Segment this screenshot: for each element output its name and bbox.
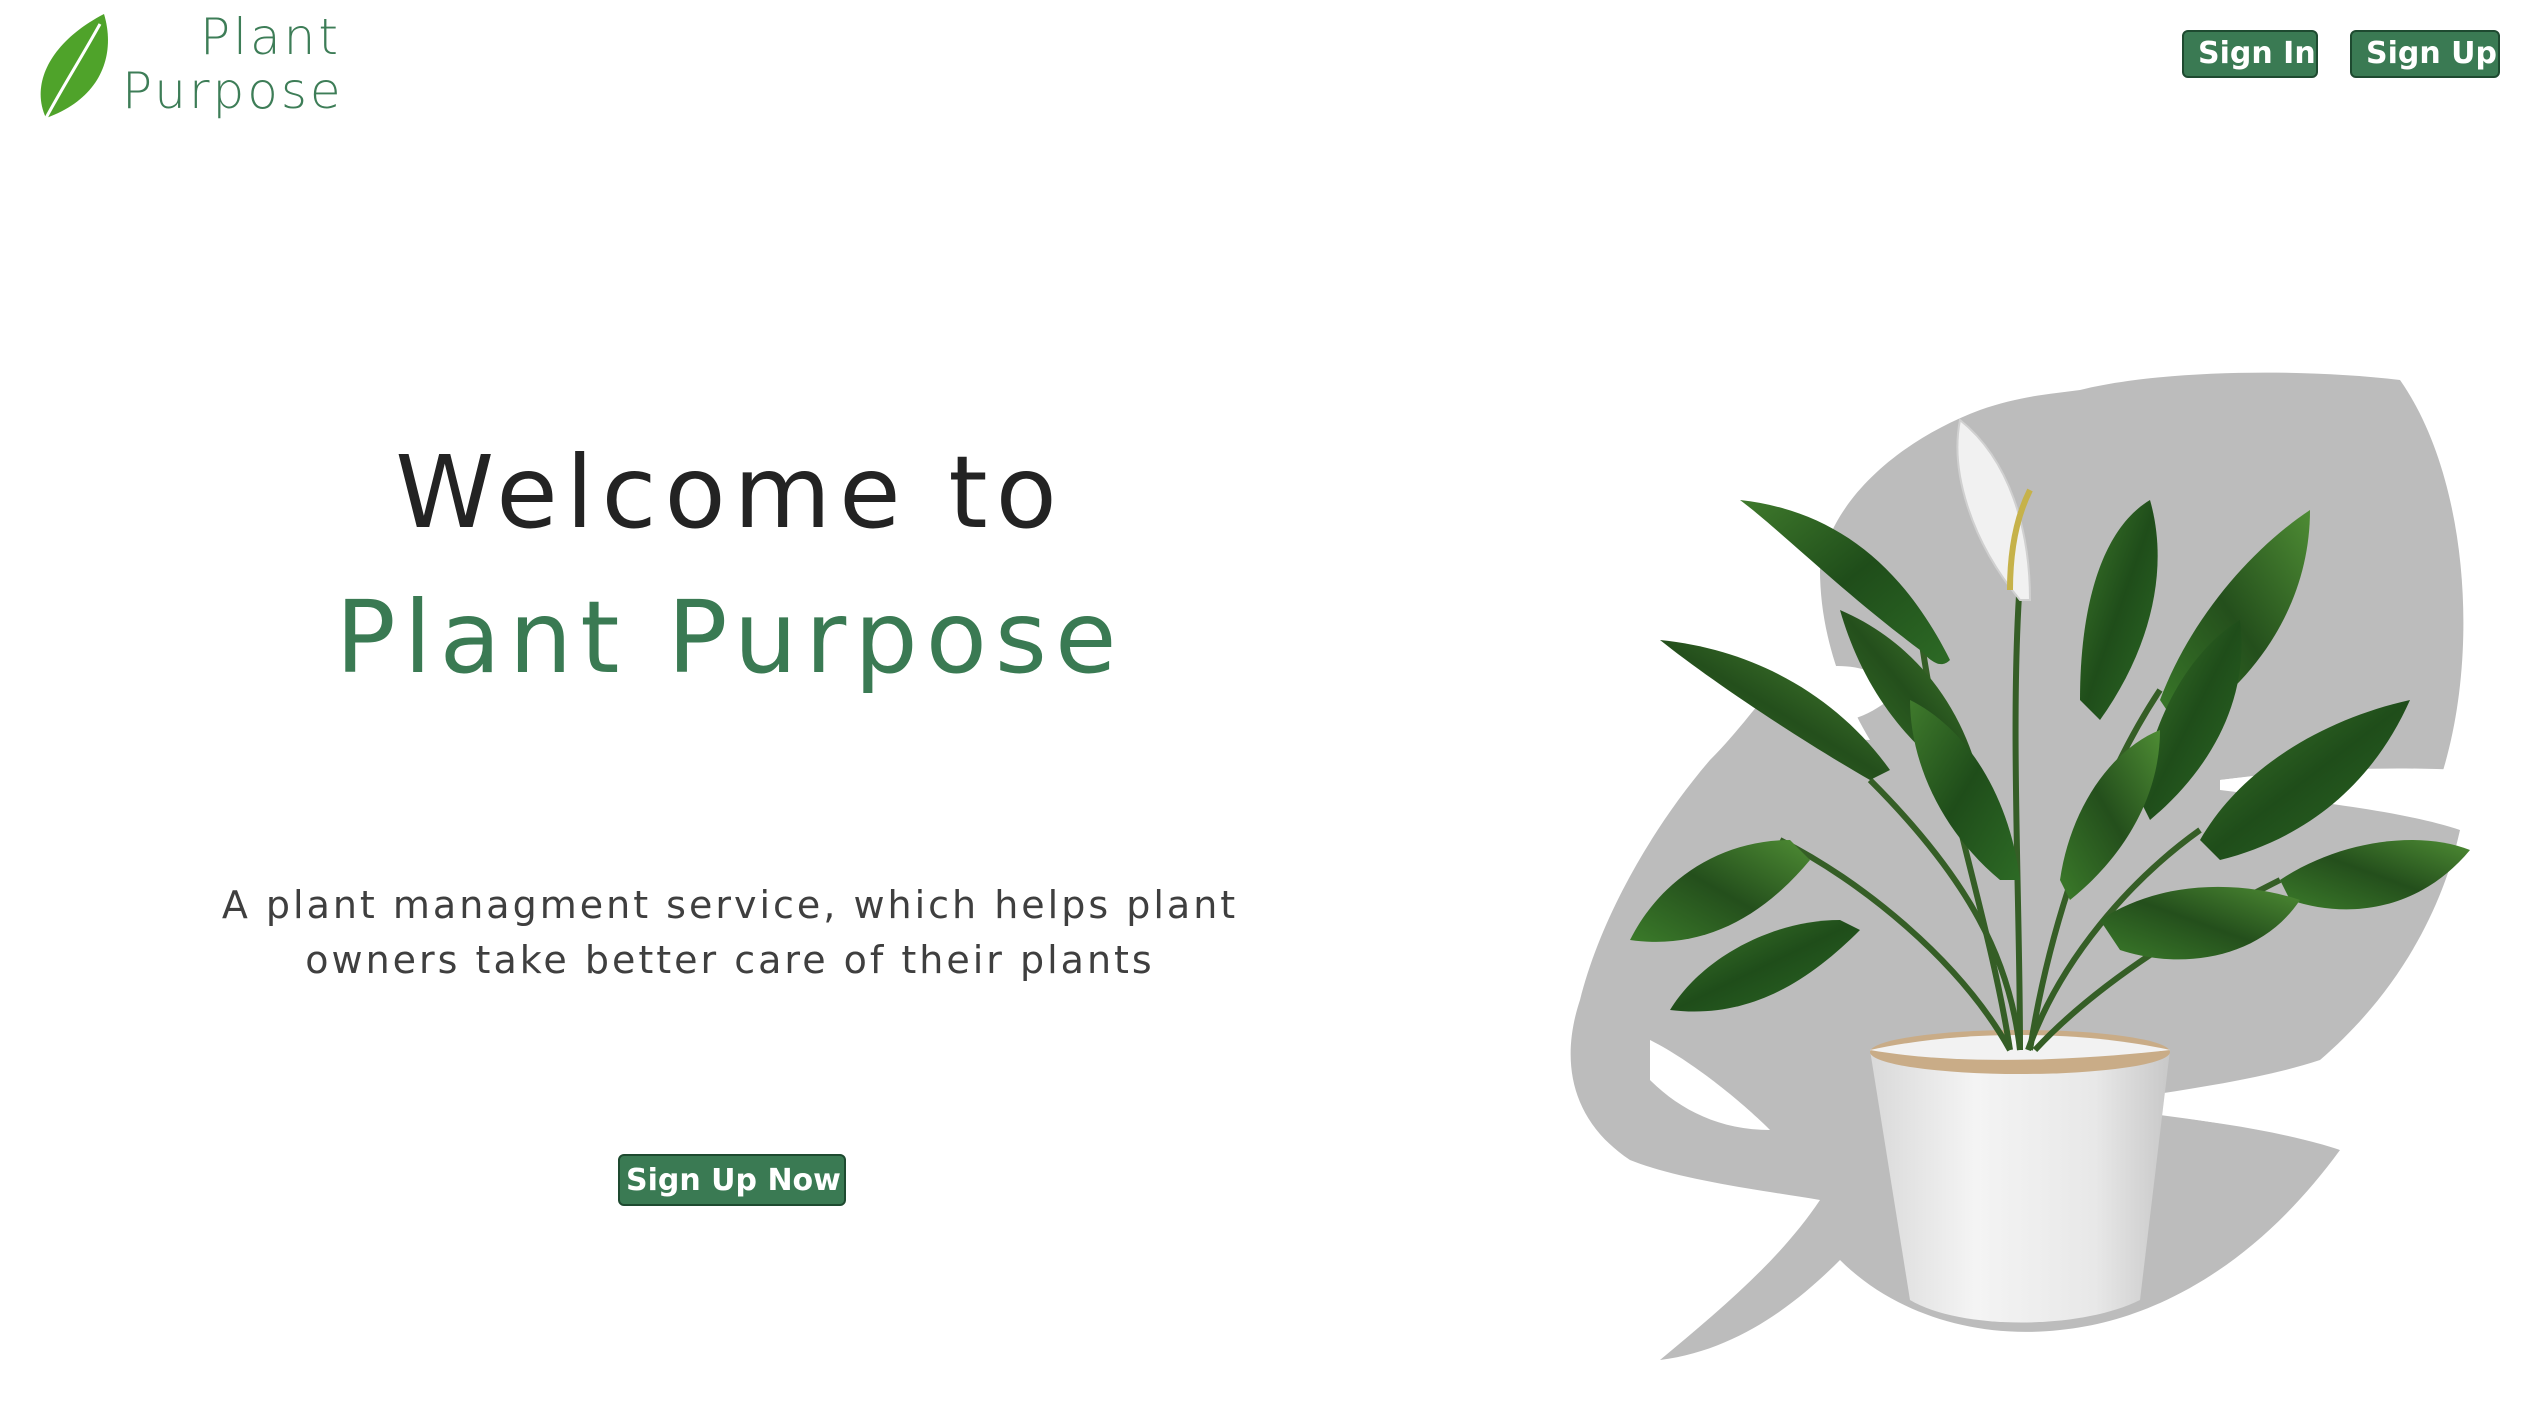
potted-plant-illustration — [1570, 372, 2470, 1360]
sign-up-button[interactable]: Sign Up — [2350, 30, 2500, 78]
leaf-icon — [40, 14, 108, 119]
sign-in-button[interactable]: Sign In — [2182, 30, 2318, 78]
hero-title-welcome: Welcome to — [395, 434, 1065, 551]
hero-tagline: A plant managment service, which helps p… — [221, 883, 1239, 982]
plant-pot — [1870, 1030, 2170, 1323]
logo[interactable]: Plant Purpose — [36, 6, 341, 124]
sign-up-now-button[interactable]: Sign Up Now — [618, 1154, 846, 1206]
hero-section: Welcome to Plant Purpose — [100, 420, 1360, 710]
logo-text-plant: Plant — [200, 8, 341, 66]
hero-title-brand: Plant Purpose — [335, 579, 1125, 696]
logo-text-purpose: Purpose — [122, 62, 344, 120]
